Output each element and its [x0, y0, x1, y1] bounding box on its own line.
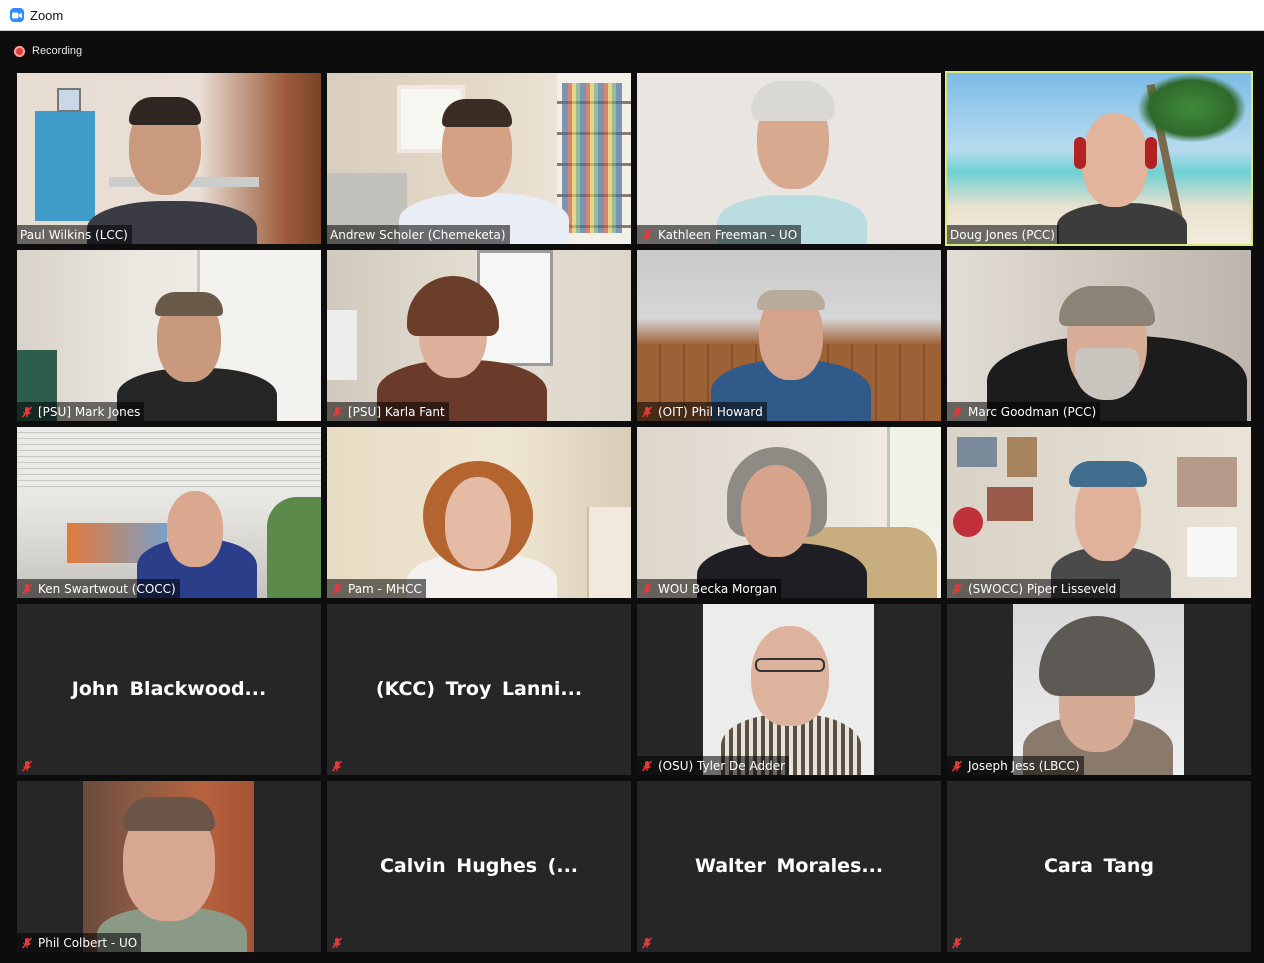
profile-photo: [703, 604, 874, 775]
participant-name-label: Kathleen Freeman - UO: [637, 225, 802, 244]
participant-tile[interactable]: Joseph Jess (LBCC): [947, 604, 1251, 775]
participant-video: [947, 427, 1251, 598]
participant-name: Ken Swartwout (COCC): [38, 581, 176, 596]
participant-name: Kathleen Freeman - UO: [658, 227, 798, 242]
muted-microphone-icon: [640, 936, 654, 950]
participant-video: [327, 427, 631, 598]
participant-name-label: Paul Wilkins (LCC): [17, 225, 132, 244]
participant-tile[interactable]: Pam - MHCC: [327, 427, 631, 598]
participant-name: Phil Colbert - UO: [38, 935, 138, 950]
muted-microphone-icon: [330, 582, 344, 596]
muted-microphone-icon: [330, 405, 344, 419]
participant-name: Paul Wilkins (LCC): [20, 227, 128, 242]
participant-video: [327, 73, 631, 244]
participant-video: [17, 250, 321, 421]
zoom-window: Zoom Recording Paul Wilkins (LCC) Andrew…: [0, 0, 1264, 963]
participant-name: Pam - MHCC: [348, 581, 422, 596]
participant-name-label: Joseph Jess (LBCC): [947, 756, 1084, 775]
muted-microphone-icon: [20, 759, 34, 773]
participant-name-label: Marc Goodman (PCC): [947, 402, 1101, 421]
participant-name: Joseph Jess (LBCC): [968, 758, 1080, 773]
title-bar: Zoom: [0, 0, 1264, 31]
participant-video: [17, 427, 321, 598]
participant-name-label: [PSU] Mark Jones: [17, 402, 145, 421]
muted-microphone-icon: [330, 936, 344, 950]
participant-name: WOU Becka Morgan: [658, 581, 778, 596]
participant-video: [947, 73, 1251, 244]
recording-indicator[interactable]: Recording: [14, 43, 82, 59]
muted-microphone-icon: [640, 582, 654, 596]
participant-tile[interactable]: WOU Becka Morgan: [637, 427, 941, 598]
participant-tile[interactable]: Andrew Scholer (Chemeketa): [327, 73, 631, 244]
participant-name-center: Walter Morales...: [694, 855, 884, 877]
participant-tile-no-video[interactable]: John Blackwood...: [17, 604, 321, 775]
participant-name-label: Andrew Scholer (Chemeketa): [327, 225, 510, 244]
zoom-camera-icon: [10, 8, 24, 22]
participant-name-label: Pam - MHCC: [327, 579, 426, 598]
participant-name-label: Doug Jones (PCC): [947, 225, 1059, 244]
muted-microphone-icon: [950, 405, 964, 419]
participant-name: (OIT) Phil Howard: [658, 404, 763, 419]
muted-microphone-icon: [640, 228, 654, 242]
participant-tile-no-video[interactable]: Calvin Hughes (...: [327, 781, 631, 952]
participant-video: [327, 250, 631, 421]
muted-microphone-icon: [20, 582, 34, 596]
profile-photo: [83, 781, 254, 952]
muted-microphone-icon: [640, 759, 654, 773]
participant-name: Marc Goodman (PCC): [968, 404, 1097, 419]
participant-name-label: WOU Becka Morgan: [637, 579, 782, 598]
participant-name: Doug Jones (PCC): [950, 227, 1055, 242]
participant-name-label: (SWOCC) Piper Lisseveld: [947, 579, 1121, 598]
participant-name: [PSU] Karla Fant: [348, 404, 445, 419]
muted-microphone-icon: [20, 936, 34, 950]
recording-label: Recording: [32, 45, 83, 57]
participant-name-label: Ken Swartwout (COCC): [17, 579, 180, 598]
muted-microphone-icon: [640, 405, 654, 419]
participant-name-center: Calvin Hughes (...: [379, 855, 579, 877]
participant-name-label: [PSU] Karla Fant: [327, 402, 449, 421]
participant-name-center: John Blackwood...: [71, 678, 267, 700]
record-dot-icon: [14, 45, 25, 57]
profile-photo: [1013, 604, 1184, 775]
participant-tile[interactable]: (SWOCC) Piper Lisseveld: [947, 427, 1251, 598]
participant-tile[interactable]: Paul Wilkins (LCC): [17, 73, 321, 244]
participant-tile-no-video[interactable]: (KCC) Troy Lanni...: [327, 604, 631, 775]
participant-name-center: (KCC) Troy Lanni...: [375, 678, 583, 700]
participant-video: [637, 250, 941, 421]
participant-name-label: (OIT) Phil Howard: [637, 402, 767, 421]
participant-name: (OSU) Tyler De Adder: [658, 758, 786, 773]
participant-video: [947, 250, 1251, 421]
participant-video: [17, 73, 321, 244]
participant-tile[interactable]: (OSU) Tyler De Adder: [637, 604, 941, 775]
window-title: Zoom: [30, 7, 64, 23]
participant-tile[interactable]: Marc Goodman (PCC): [947, 250, 1251, 421]
participant-tile-no-video[interactable]: Walter Morales...: [637, 781, 941, 952]
muted-microphone-icon: [20, 405, 34, 419]
participant-name: (SWOCC) Piper Lisseveld: [968, 581, 1117, 596]
participant-tile-no-video[interactable]: Cara Tang: [947, 781, 1251, 952]
participant-name: Andrew Scholer (Chemeketa): [330, 227, 506, 242]
participant-video: [637, 427, 941, 598]
participant-tile[interactable]: (OIT) Phil Howard: [637, 250, 941, 421]
participant-tile-active-speaker[interactable]: Doug Jones (PCC): [945, 71, 1253, 246]
participant-tile[interactable]: Ken Swartwout (COCC): [17, 427, 321, 598]
participant-tile[interactable]: [PSU] Karla Fant: [327, 250, 631, 421]
participant-tile[interactable]: Kathleen Freeman - UO: [637, 73, 941, 244]
muted-microphone-icon: [950, 936, 964, 950]
muted-microphone-icon: [950, 759, 964, 773]
participant-name-center: Cara Tang: [1043, 855, 1155, 877]
gallery-view: Paul Wilkins (LCC) Andrew Scholer (Cheme…: [17, 71, 1253, 952]
muted-microphone-icon: [330, 759, 344, 773]
muted-microphone-icon: [950, 582, 964, 596]
participant-video: [637, 73, 941, 244]
participant-name: [PSU] Mark Jones: [38, 404, 141, 419]
participant-tile[interactable]: [PSU] Mark Jones: [17, 250, 321, 421]
participant-name-label: Phil Colbert - UO: [17, 933, 142, 952]
participant-name-label: (OSU) Tyler De Adder: [637, 756, 790, 775]
participant-tile[interactable]: Phil Colbert - UO: [17, 781, 321, 952]
